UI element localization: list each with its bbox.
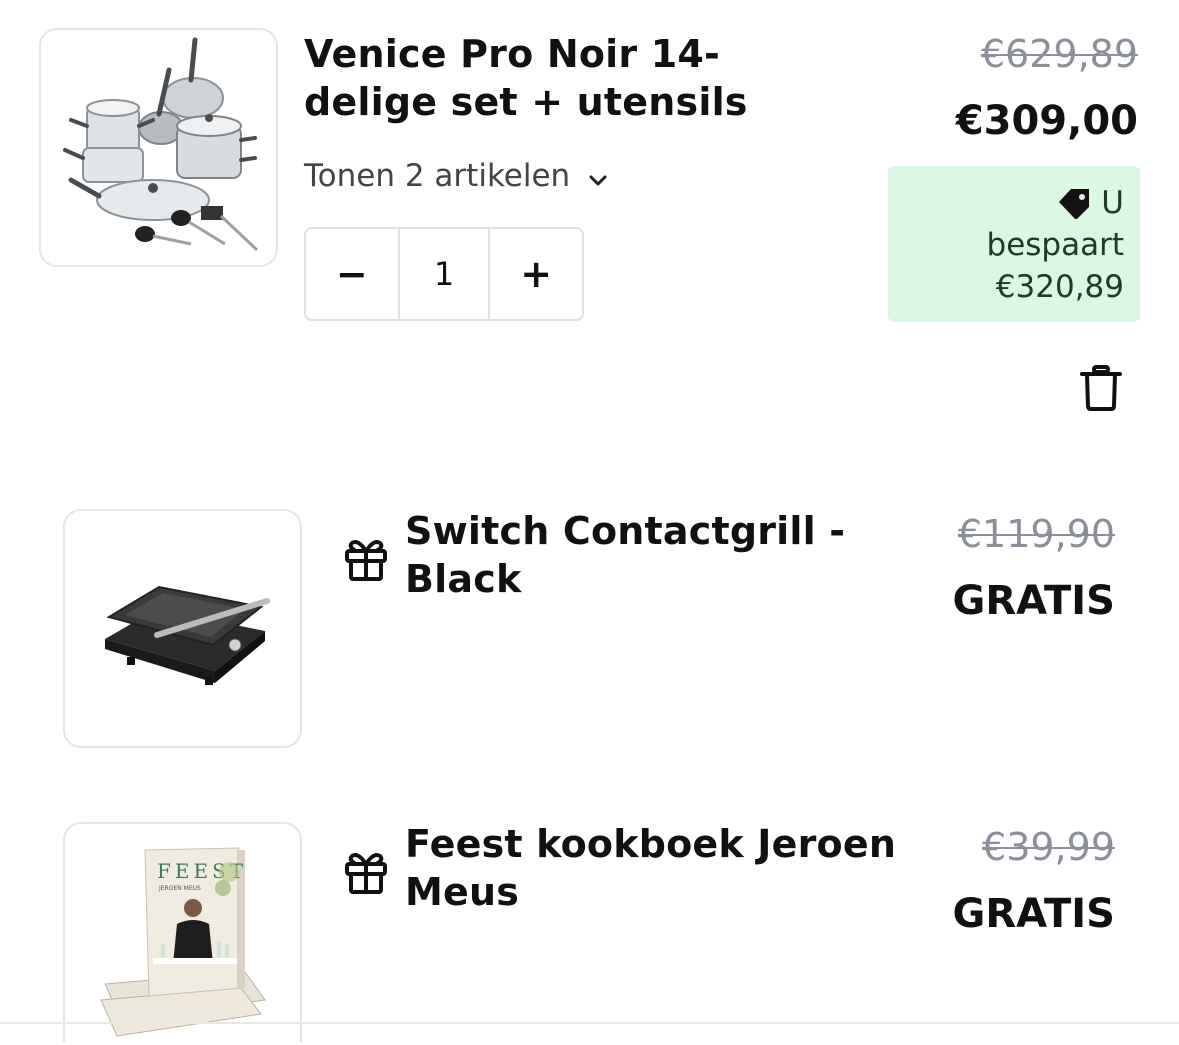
gift-original-price: €39,99 <box>982 825 1115 869</box>
gift-product-title[interactable]: Feest kookboek Jeroen Meus <box>405 820 925 916</box>
cart-item-gift: FEEST JEROEN MEUS Feest kookboek Jeroen … <box>0 0 1179 1042</box>
cookbook-illustration: FEEST JEROEN MEUS <box>100 847 266 1037</box>
book-cover-author: JEROEN MEUS <box>158 885 201 892</box>
gift-title-line2: Meus <box>405 870 520 914</box>
gift-title-line1: Feest kookboek Jeroen <box>405 822 897 866</box>
gift-icon <box>342 848 390 896</box>
gift-price-label: GRATIS <box>952 891 1115 937</box>
product-image-cookbook[interactable]: FEEST JEROEN MEUS <box>63 822 302 1042</box>
bottom-divider <box>0 1022 1179 1024</box>
